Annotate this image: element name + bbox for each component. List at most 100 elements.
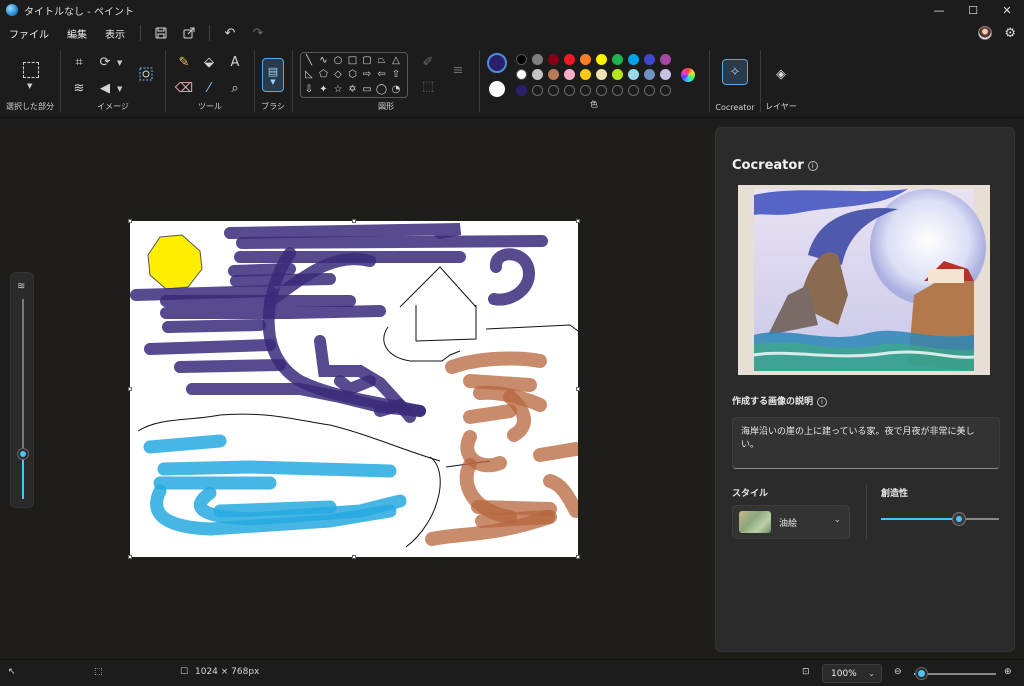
share-button[interactable] — [175, 22, 203, 44]
color-swatch[interactable] — [516, 54, 527, 65]
crop-icon[interactable]: ⌗ — [68, 52, 90, 72]
right-triangle-icon[interactable]: ◺ — [302, 68, 316, 82]
drawing-canvas[interactable] — [130, 221, 578, 557]
color-swatch[interactable] — [596, 54, 607, 65]
zoom-out-icon[interactable]: ⊖ — [894, 667, 902, 677]
triangle-icon[interactable]: △ — [389, 53, 403, 67]
color-swatch[interactable] — [516, 85, 527, 96]
chevron-down-icon[interactable]: ▼ — [117, 59, 122, 67]
maximize-button[interactable]: ☐ — [956, 0, 990, 20]
five-point-star-icon[interactable]: ☆ — [331, 82, 345, 96]
curve-icon[interactable]: ∿ — [317, 53, 331, 67]
color-swatch[interactable] — [580, 54, 591, 65]
callout-rect-icon[interactable]: ▭ — [360, 82, 374, 96]
info-icon[interactable]: i — [807, 160, 818, 171]
line-icon[interactable]: ╲ — [302, 53, 316, 67]
four-point-star-icon[interactable]: ✦ — [317, 82, 331, 96]
edit-colors-icon[interactable] — [681, 68, 695, 82]
creativity-slider-thumb[interactable] — [953, 513, 965, 525]
minimize-button[interactable]: — — [922, 0, 956, 20]
chevron-down-icon[interactable]: ▼ — [117, 85, 122, 93]
fit-to-window-icon[interactable]: ⊡ — [802, 667, 810, 677]
color-swatch[interactable] — [516, 69, 527, 80]
brush-button[interactable]: ▤ ▼ — [262, 58, 284, 92]
color-swatch[interactable] — [564, 69, 575, 80]
zoom-dropdown[interactable]: 100% ⌄ — [822, 664, 882, 683]
pencil-icon[interactable]: ✎ — [173, 52, 195, 72]
close-button[interactable]: ✕ — [990, 0, 1024, 20]
down-arrow-icon[interactable]: ⇩ — [302, 82, 316, 96]
left-arrow-icon[interactable]: ⇦ — [375, 68, 389, 82]
canvas-resize-handle[interactable] — [352, 219, 356, 223]
undo-button[interactable]: ↶ — [216, 22, 244, 44]
color-swatch[interactable] — [580, 69, 591, 80]
color-swatch[interactable] — [644, 69, 655, 80]
zoom-slider-thumb[interactable] — [916, 668, 927, 679]
canvas-resize-handle[interactable] — [128, 219, 132, 223]
custom-color-slot[interactable] — [612, 85, 623, 96]
cocreator-button[interactable]: ✧ — [722, 59, 748, 85]
custom-color-slot[interactable] — [580, 85, 591, 96]
color-swatch[interactable] — [612, 69, 623, 80]
generated-image-preview[interactable] — [738, 185, 990, 375]
style-dropdown[interactable]: 油絵 ⌄ — [732, 505, 850, 539]
custom-color-slot[interactable] — [548, 85, 559, 96]
outline-icon[interactable]: ✐ — [417, 52, 439, 72]
callout-cloud-icon[interactable]: ◔ — [389, 82, 403, 96]
canvas-resize-handle[interactable] — [352, 555, 356, 559]
rounded-rectangle-icon[interactable]: ▢ — [360, 53, 374, 67]
canvas-resize-handle[interactable] — [128, 387, 132, 391]
diamond-icon[interactable]: ◇ — [331, 68, 345, 82]
account-avatar[interactable] — [978, 26, 993, 40]
menu-file[interactable]: ファイル — [0, 26, 58, 41]
six-point-star-icon[interactable]: ✡ — [346, 82, 360, 96]
color-swatch[interactable] — [532, 54, 543, 65]
polygon-icon[interactable]: ⏢ — [375, 53, 389, 67]
prompt-textbox[interactable]: 海岸沿いの崖の上に建っている家。夜で月夜が非常に美しい。 — [732, 417, 1000, 469]
menu-view[interactable]: 表示 — [96, 26, 134, 41]
color-swatch[interactable] — [644, 54, 655, 65]
selection-tool-icon[interactable] — [23, 62, 39, 78]
color-swatch[interactable] — [548, 69, 559, 80]
oval-icon[interactable]: ○ — [331, 53, 345, 67]
rotate-icon[interactable]: ⟳ — [94, 52, 116, 72]
color-swatch[interactable] — [532, 69, 543, 80]
custom-color-slot[interactable] — [628, 85, 639, 96]
custom-color-slot[interactable] — [644, 85, 655, 96]
secondary-color-swatch[interactable] — [489, 81, 505, 97]
hexagon-icon[interactable]: ⬡ — [346, 68, 360, 82]
pentagon-icon[interactable]: ⬠ — [317, 68, 331, 82]
info-icon[interactable]: i — [817, 396, 828, 407]
flip-icon[interactable]: ◀ — [94, 78, 116, 98]
up-arrow-icon[interactable]: ⇧ — [389, 68, 403, 82]
color-swatch[interactable] — [612, 54, 623, 65]
right-arrow-icon[interactable]: ⇨ — [360, 68, 374, 82]
magnifier-icon[interactable]: ⌕ — [224, 78, 246, 98]
brush-size-slider[interactable]: ≋ — [10, 272, 34, 508]
text-icon[interactable]: A — [224, 52, 246, 72]
fill-icon[interactable]: ⬚ — [417, 76, 439, 96]
color-swatch[interactable] — [628, 69, 639, 80]
custom-color-slot[interactable] — [564, 85, 575, 96]
settings-gear-icon[interactable]: ⚙ — [1004, 26, 1016, 41]
stroke-size-icon[interactable]: ≡ — [447, 60, 469, 80]
rectangle-icon[interactable]: □ — [346, 53, 360, 67]
resize-icon[interactable]: ≋ — [68, 78, 90, 98]
redo-button[interactable]: ↷ — [244, 22, 272, 44]
color-swatch[interactable] — [660, 54, 671, 65]
color-swatch[interactable] — [628, 54, 639, 65]
canvas-resize-handle[interactable] — [576, 555, 580, 559]
slider-thumb[interactable] — [18, 449, 28, 459]
menu-edit[interactable]: 編集 — [58, 26, 96, 41]
save-button[interactable] — [147, 22, 175, 44]
canvas-resize-handle[interactable] — [576, 219, 580, 223]
color-swatch[interactable] — [660, 69, 671, 80]
canvas-resize-handle[interactable] — [576, 387, 580, 391]
custom-color-slot[interactable] — [532, 85, 543, 96]
color-swatch[interactable] — [596, 69, 607, 80]
canvas-resize-handle[interactable] — [128, 555, 132, 559]
custom-color-slot[interactable] — [660, 85, 671, 96]
color-picker-icon[interactable]: ⁄ — [198, 78, 220, 98]
primary-color-swatch[interactable] — [487, 53, 507, 73]
chevron-down-icon[interactable]: ▼ — [27, 82, 32, 90]
